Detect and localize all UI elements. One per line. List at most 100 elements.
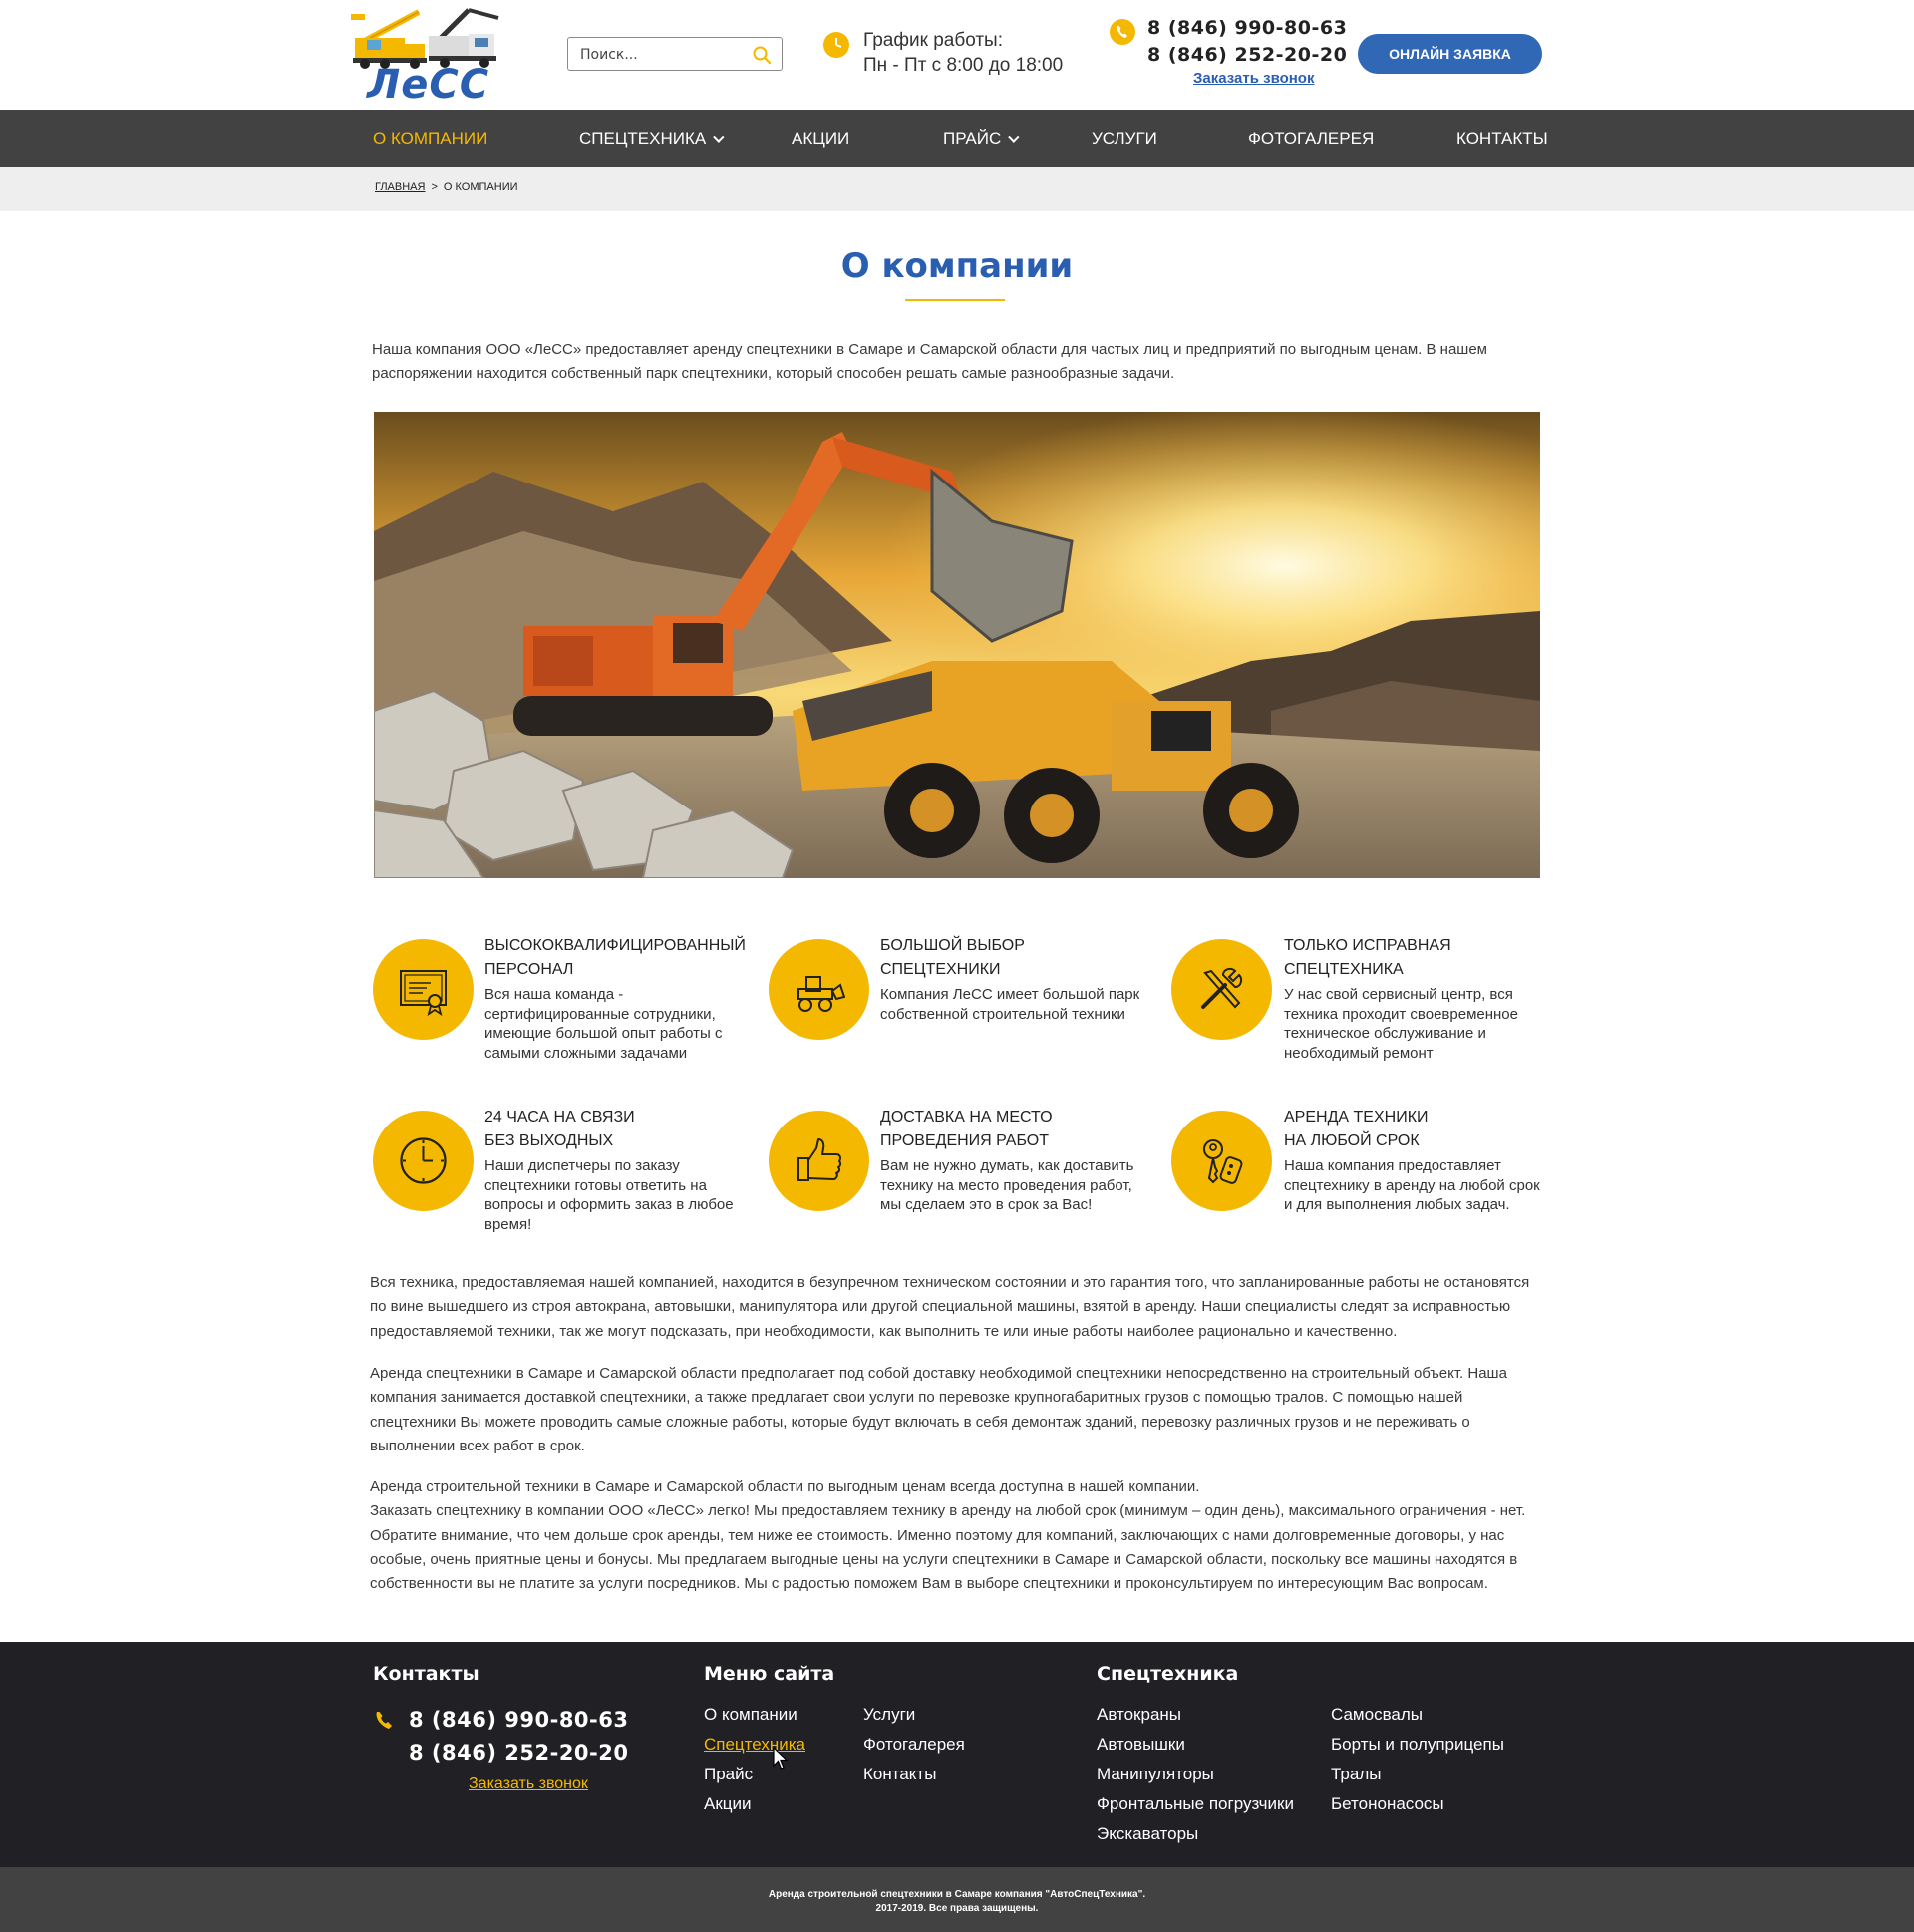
header-phone-1[interactable]: 8 (846) 990-80-63 xyxy=(1147,15,1347,42)
feature-text: Вся наша команда - сертифицированные сот… xyxy=(484,985,723,1063)
chevron-down-icon xyxy=(713,131,725,143)
copyright-line: Аренда строительной спецтехники в Самаре… xyxy=(768,1889,1146,1900)
feature-text-line: У нас свой сервисный центр, вся xyxy=(1284,986,1513,1003)
footer-link-concrete-pumps[interactable]: Бетононасосы xyxy=(1331,1794,1444,1814)
phone-icon xyxy=(1110,19,1135,45)
footer-link-trawls[interactable]: Тралы xyxy=(1331,1765,1381,1784)
nav-item-services[interactable]: УСЛУГИ xyxy=(1092,110,1157,167)
loader-truck-icon xyxy=(798,976,845,1012)
footer-phone-1[interactable]: 8 (846) 990-80-63 xyxy=(409,1708,628,1732)
feature-icon-circle xyxy=(769,939,869,1040)
feature-text-line: техника проходит своевременное xyxy=(1284,1005,1518,1023)
chevron-down-icon xyxy=(1008,131,1020,143)
search-input[interactable] xyxy=(580,45,740,65)
nav-item-label: СПЕЦТЕХНИКА xyxy=(579,129,707,148)
breadcrumb-current: О КОМПАНИИ xyxy=(443,181,518,193)
nav-item-about[interactable]: О КОМПАНИИ xyxy=(373,110,487,167)
nav-item-label: ФОТОГАЛЕРЕЯ xyxy=(1248,129,1375,148)
search-box[interactable] xyxy=(567,37,783,71)
search-icon[interactable] xyxy=(752,45,772,65)
footer-link-flatbeds[interactable]: Борты и полуприцепы xyxy=(1331,1735,1504,1755)
paragraph-line: Обратите внимание, что чем дольше срок а… xyxy=(370,1526,1505,1544)
header-phones: 8 (846) 990-80-63 8 (846) 252-20-20 xyxy=(1147,15,1347,69)
footer-link-front-loaders[interactable]: Фронтальные погрузчики xyxy=(1097,1794,1294,1814)
footer-link-gallery[interactable]: Фотогалерея xyxy=(863,1735,965,1755)
footer-link-excavators[interactable]: Экскаваторы xyxy=(1097,1824,1198,1844)
logo-wordmark: ЛеСС xyxy=(367,62,490,108)
footer-link-dump-trucks[interactable]: Самосвалы xyxy=(1331,1705,1423,1725)
tools-icon xyxy=(1201,967,1243,1009)
feature-text-line: имеющие большой опыт работы с xyxy=(484,1025,723,1042)
page-title: О компании xyxy=(840,246,1074,286)
nav-item-price[interactable]: ПРАЙС xyxy=(943,110,1020,167)
feature-text: У нас свой сервисный центр, вся техника … xyxy=(1284,985,1518,1063)
feature-text-line: Вам не нужно думать, как доставить xyxy=(880,1157,1134,1174)
footer-link-equipment[interactable]: Спецтехника xyxy=(704,1735,805,1755)
nav-item-gallery[interactable]: ФОТОГАЛЕРЕЯ xyxy=(1248,110,1374,167)
feature-text-line: Наша компания предоставляет xyxy=(1284,1157,1501,1174)
nav-item-label: АКЦИИ xyxy=(792,129,850,148)
footer-link-aerial-platforms[interactable]: Автовышки xyxy=(1097,1735,1185,1755)
feature-text-line: время! xyxy=(484,1215,532,1233)
schedule-hours: Пн - Пт с 8:00 до 18:00 xyxy=(863,55,1064,76)
breadcrumb: ГЛАВНАЯ > О КОМПАНИИ xyxy=(0,167,1914,211)
feature-text-line: спецтехнику в аренду на любой срок xyxy=(1284,1176,1540,1194)
work-schedule: График работы: Пн - Пт с 8:00 до 18:00 xyxy=(863,28,1063,78)
feature-title-line: СПЕЦТЕХНИКИ xyxy=(880,961,1001,978)
feature-text-line: собственной строительной техники xyxy=(880,1005,1125,1023)
feature-title-line: БОЛЬШОЙ ВЫБОР xyxy=(880,937,1025,954)
body-paragraph-2: Аренда спецтехники в Самаре и Самарской … xyxy=(370,1362,1556,1458)
breadcrumb-separator: > xyxy=(431,181,438,193)
footer-link-services[interactable]: Услуги xyxy=(863,1705,915,1725)
feature-title-line: ПРОВЕДЕНИЯ РАБОТ xyxy=(880,1132,1049,1149)
site-header: ЛеСС График работы: Пн - Пт с 8:00 до 18… xyxy=(0,0,1914,110)
footer-phone-2[interactable]: 8 (846) 252-20-20 xyxy=(409,1741,628,1765)
feature-title-line: ТОЛЬКО ИСПРАВНАЯ xyxy=(1284,937,1451,954)
feature-title: ДОСТАВКА НА МЕСТО ПРОВЕДЕНИЯ РАБОТ xyxy=(880,1106,1053,1153)
feature-text-line: необходимый ремонт xyxy=(1284,1044,1434,1062)
paragraph-line: особые, очень приятные цены и бонусы. Мы… xyxy=(370,1550,1518,1568)
feature-title-line: ДОСТАВКА НА МЕСТО xyxy=(880,1109,1053,1126)
intro-line: распоряжении находится собственный парк … xyxy=(372,365,1175,383)
nav-item-label: КОНТАКТЫ xyxy=(1456,129,1548,148)
callback-link[interactable]: Заказать звонок xyxy=(1193,70,1314,87)
feature-text-line: вопросы и оформить заказ в любое xyxy=(484,1196,734,1213)
body-paragraph-3: Аренда строительной техники в Самаре и С… xyxy=(370,1475,1556,1596)
certificate-icon xyxy=(400,970,447,1016)
footer-link-contacts[interactable]: Контакты xyxy=(863,1765,936,1784)
footer-link-promotions[interactable]: Акции xyxy=(704,1794,752,1814)
body-paragraph-1: Вся техника, предоставляемая нашей компа… xyxy=(370,1271,1556,1344)
nav-item-contacts[interactable]: КОНТАКТЫ xyxy=(1456,110,1548,167)
footer-link-price[interactable]: Прайс xyxy=(704,1765,753,1784)
feature-title: АРЕНДА ТЕХНИКИ НА ЛЮБОЙ СРОК xyxy=(1284,1106,1429,1153)
feature-title-line: ВЫСОКОКВАЛИФИЦИРОВАННЫЙ xyxy=(484,937,746,954)
thumbs-up-icon xyxy=(798,1138,842,1181)
company-logo[interactable]: ЛеСС xyxy=(349,4,508,108)
breadcrumb-home-link[interactable]: ГЛАВНАЯ xyxy=(375,181,425,193)
nav-item-promotions[interactable]: АКЦИИ xyxy=(792,110,849,167)
excavator-dump-truck-illustration xyxy=(374,412,1540,878)
footer-equipment-title: Спецтехника xyxy=(1097,1663,1239,1685)
feature-title: БОЛЬШОЙ ВЫБОР СПЕЦТЕХНИКИ xyxy=(880,934,1025,982)
nav-item-equipment[interactable]: СПЕЦТЕХНИКА xyxy=(579,110,725,167)
footer-link-manipulators[interactable]: Манипуляторы xyxy=(1097,1765,1214,1784)
paragraph-line: предоставляемой техники, так же могут по… xyxy=(370,1322,1398,1340)
paragraph-line: спецтехники Вы можете проводить самые сл… xyxy=(370,1413,1470,1431)
feature-title-line: ПЕРСОНАЛ xyxy=(484,961,574,978)
paragraph-line: собственности вы не платите за услуги по… xyxy=(370,1575,1488,1593)
footer-link-about[interactable]: О компании xyxy=(704,1705,798,1725)
footer-link-truck-cranes[interactable]: Автокраны xyxy=(1097,1705,1181,1725)
car-keys-icon xyxy=(1203,1139,1243,1184)
feature-text-line: самыми сложными задачами xyxy=(484,1044,688,1062)
feature-text-line: Наши диспетчеры по заказу xyxy=(484,1157,680,1174)
nav-item-label: О КОМПАНИИ xyxy=(373,129,488,148)
footer-callback-link[interactable]: Заказать звонок xyxy=(469,1775,588,1793)
paragraph-line: Вся техника, предоставляемая нашей компа… xyxy=(370,1274,1530,1291)
online-order-button[interactable]: ОНЛАЙН ЗАЯВКА xyxy=(1358,34,1542,74)
feature-title: 24 ЧАСА НА СВЯЗИ БЕЗ ВЫХОДНЫХ xyxy=(484,1106,635,1153)
header-phone-2[interactable]: 8 (846) 252-20-20 xyxy=(1147,42,1347,69)
site-footer: Контакты 8 (846) 990-80-63 8 (846) 252-2… xyxy=(0,1642,1914,1867)
paragraph-line: Аренда спецтехники в Самаре и Самарской … xyxy=(370,1365,1507,1382)
feature-title-line: СПЕЦТЕХНИКА xyxy=(1284,961,1404,978)
paragraph-line: по вине вышедшего из строя автокрана, ав… xyxy=(370,1298,1511,1316)
